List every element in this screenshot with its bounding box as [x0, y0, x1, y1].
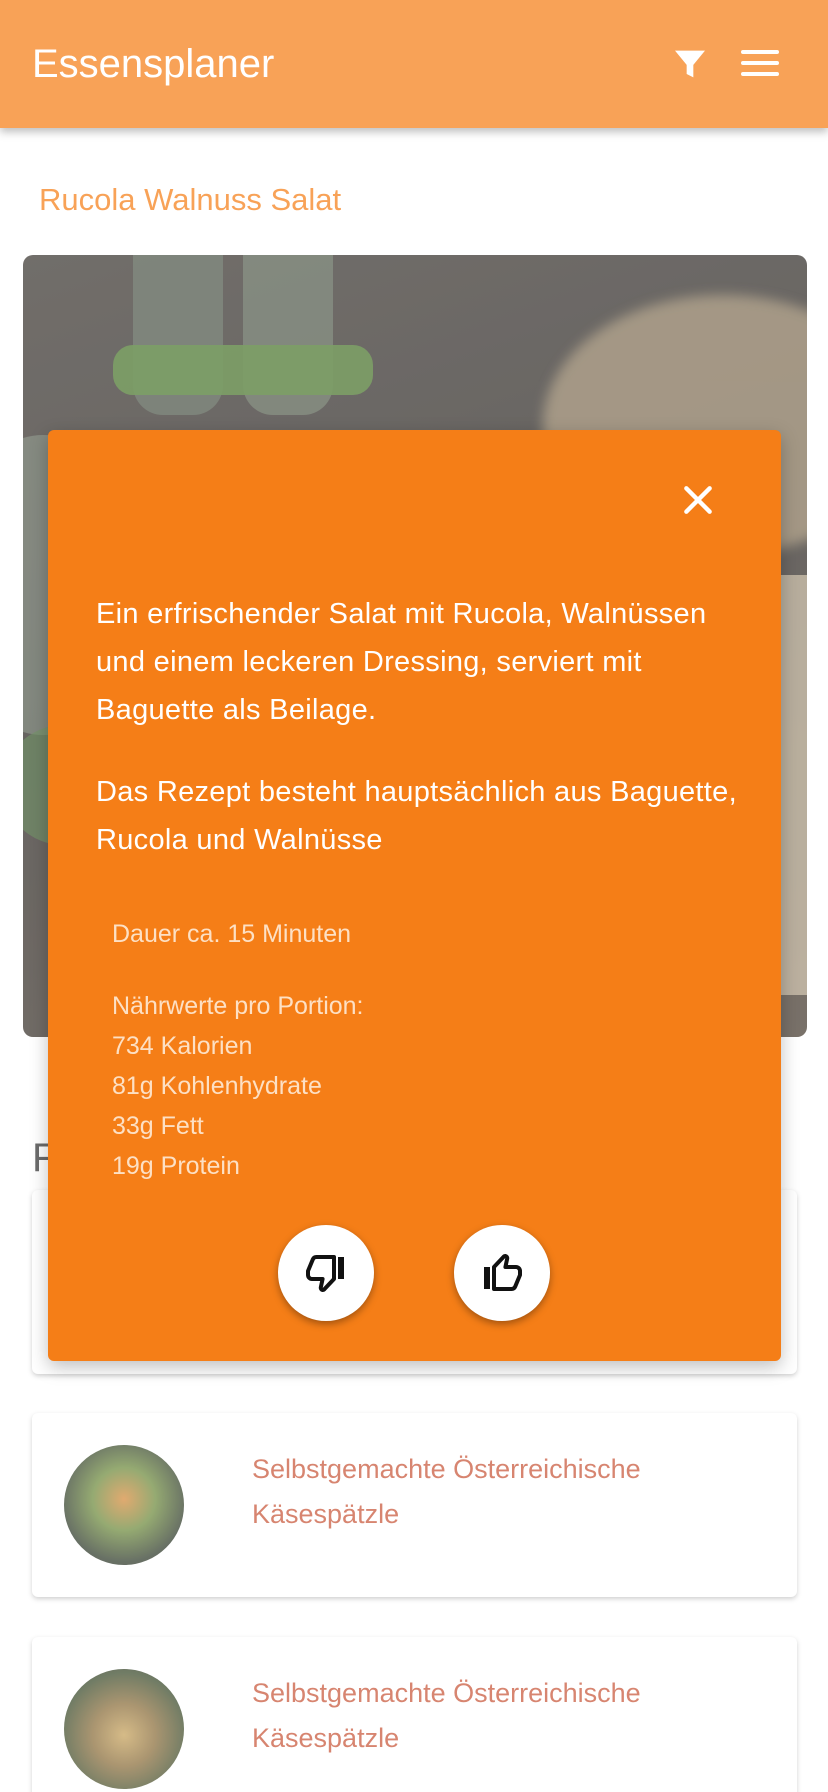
thumbs-down-icon — [306, 1255, 344, 1292]
like-button[interactable] — [454, 1225, 550, 1321]
recipe-ingredients: Das Rezept besteht hauptsächlich aus Bag… — [96, 776, 737, 856]
close-icon[interactable] — [678, 480, 718, 520]
nutrition-carbs: 81g Kohlenhydrate — [112, 1072, 322, 1100]
nutrition-calories: 734 Kalorien — [112, 1032, 253, 1060]
thumbs-up-icon — [484, 1254, 522, 1291]
recipe-description: Ein erfrischender Salat mit Rucola, Waln… — [96, 598, 707, 726]
recipe-detail-modal: Ein erfrischender Salat mit Rucola, Waln… — [48, 430, 781, 1361]
recipe-duration: Dauer ca. 15 Minuten — [112, 920, 352, 948]
nutrition-fat: 33g Fett — [112, 1112, 204, 1140]
nutrition-protein: 19g Protein — [112, 1152, 240, 1180]
nutrition-heading: Nährwerte pro Portion: — [112, 992, 364, 1020]
dislike-button[interactable] — [278, 1225, 374, 1321]
